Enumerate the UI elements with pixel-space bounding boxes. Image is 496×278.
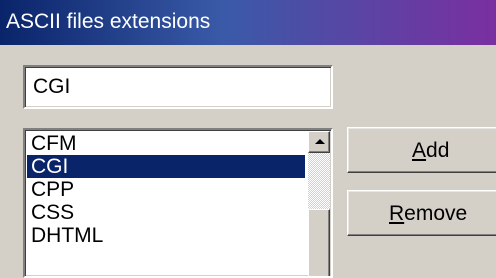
add-button[interactable]: Add — [347, 127, 496, 173]
list-item-cgi[interactable]: CGI — [27, 155, 305, 178]
extensions-listbox[interactable]: CFM CGI CPP CSS DHTML — [23, 128, 333, 278]
extensions-list-items: CFM CGI CPP CSS DHTML — [27, 132, 305, 247]
extension-input-value: CGI — [33, 75, 71, 98]
extension-input[interactable]: CGI — [23, 65, 333, 109]
add-mnemonic: A — [412, 139, 427, 162]
vertical-scrollbar[interactable] — [308, 131, 330, 276]
remove-button-label: Remove — [389, 202, 467, 226]
remove-button[interactable]: Remove — [347, 190, 496, 236]
list-item-cpp[interactable]: CPP — [27, 178, 305, 201]
arrow-up-icon — [315, 139, 325, 144]
list-item-css[interactable]: CSS — [27, 201, 305, 224]
scrollbar-thumb[interactable] — [308, 209, 330, 276]
window-title: ASCII files extensions — [6, 10, 211, 33]
list-item-cfm[interactable]: CFM — [27, 132, 305, 155]
remove-label-rest: emove — [404, 202, 468, 225]
scroll-up-button[interactable] — [308, 131, 330, 153]
add-label-rest: dd — [426, 139, 450, 162]
list-item-dhtml[interactable]: DHTML — [27, 224, 305, 247]
remove-mnemonic: R — [389, 202, 405, 225]
title-bar[interactable]: ASCII files extensions — [0, 0, 496, 45]
add-button-label: Add — [412, 139, 449, 163]
